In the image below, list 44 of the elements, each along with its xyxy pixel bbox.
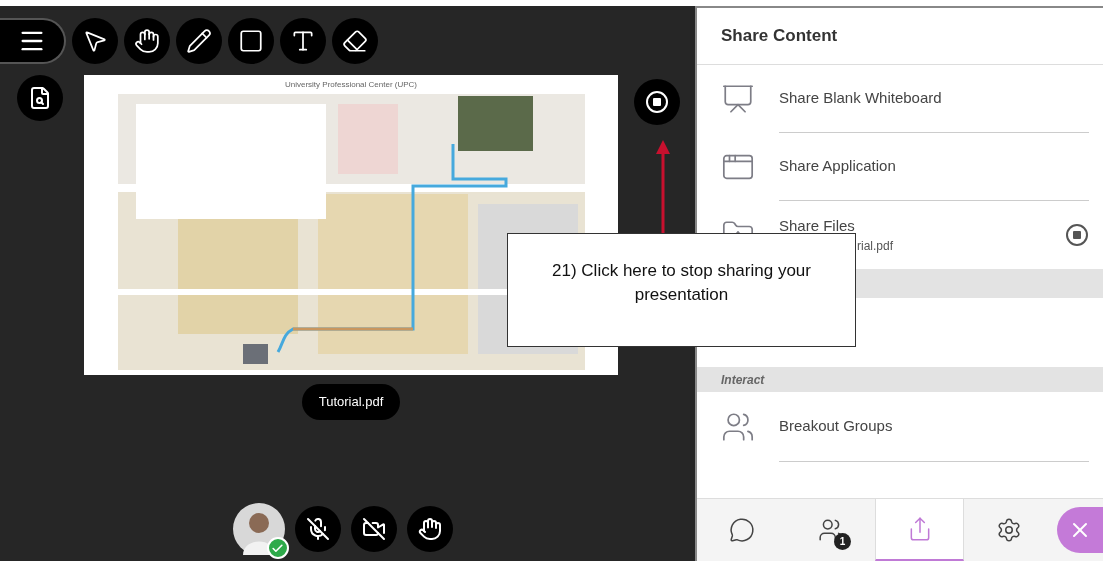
shape-tool-button[interactable] — [228, 18, 274, 64]
eraser-tool-button[interactable] — [332, 18, 378, 64]
pen-tool-button[interactable] — [176, 18, 222, 64]
option-label: Share Blank Whiteboard — [779, 88, 943, 109]
count-badge: 1 — [834, 533, 851, 550]
option-label: Share Application — [779, 156, 897, 177]
file-name-label: Tutorial.pdf — [301, 384, 401, 420]
eraser-icon — [342, 28, 368, 54]
zoom-view-button[interactable] — [17, 75, 63, 121]
settings-icon — [995, 517, 1022, 543]
pan-tool-button[interactable] — [124, 18, 170, 64]
slide-title: University Professional Center (UPC) — [284, 79, 417, 91]
hand-button[interactable] — [406, 506, 453, 552]
text-icon — [290, 28, 316, 54]
chat-icon — [728, 517, 755, 543]
close-button[interactable] — [1057, 507, 1103, 553]
camera-button[interactable] — [350, 506, 397, 552]
people-icon — [721, 410, 755, 444]
hand-icon — [134, 28, 160, 54]
callout-text: 21) Click here to stop sharing your presentation — [551, 260, 812, 306]
option-label: Breakout Groups — [779, 416, 893, 437]
mic-button[interactable] — [294, 506, 341, 552]
pencil-icon — [186, 28, 212, 54]
stop-sharing-button[interactable] — [633, 79, 680, 125]
pointer-tool-button[interactable] — [72, 18, 118, 64]
text-tool-button[interactable] — [280, 18, 326, 64]
interact-option[interactable]: Breakout Groups — [697, 392, 1103, 462]
hand-icon — [417, 517, 442, 541]
share-option[interactable]: Share Blank Whiteboard — [697, 65, 1103, 133]
square-icon — [238, 28, 264, 54]
mic-off-icon — [305, 517, 330, 541]
menu-button[interactable] — [0, 18, 66, 64]
camera-off-icon — [361, 517, 386, 541]
participants-tab[interactable]: 1 — [786, 499, 875, 561]
check-icon — [271, 541, 284, 555]
document-search-icon — [28, 86, 52, 110]
file-subtitle: rial.pdf — [857, 238, 895, 256]
panel-title: Share Content — [721, 25, 838, 48]
option-label: Share Files — [779, 215, 856, 236]
share-tab[interactable] — [875, 499, 964, 561]
settings-tab[interactable] — [964, 499, 1053, 561]
stop-icon — [644, 90, 669, 114]
section-header: Interact — [721, 371, 765, 389]
share-option[interactable]: Share Application — [697, 133, 1103, 201]
